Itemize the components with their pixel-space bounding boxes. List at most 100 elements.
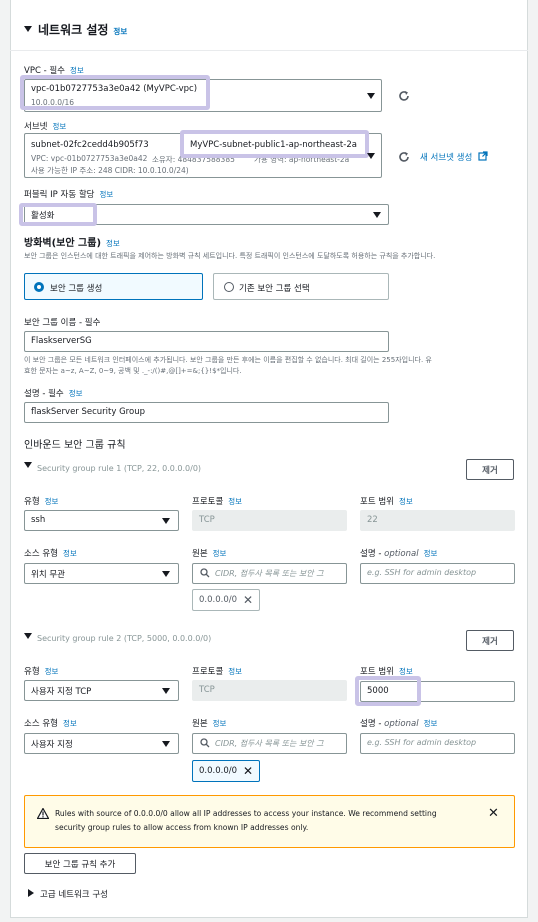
external-link-icon: [478, 151, 488, 161]
rule1-type-select[interactable]: [24, 510, 179, 531]
rule2-source-type-label-text: 소스 유형: [24, 719, 58, 729]
rule1-type-label: 유형 정보: [24, 495, 58, 507]
rule1-source-type-caret-icon: [162, 571, 170, 577]
rule2-protocol-field: [192, 680, 347, 701]
create-sg-radio[interactable]: [34, 282, 44, 292]
rule1-collapse-icon[interactable]: [24, 462, 32, 468]
rule2-type-label-text: 유형: [24, 667, 40, 677]
rule1-desc-placeholder: e.g. SSH for admin desktop: [367, 568, 477, 577]
sg-name-value: FlaskserverSG: [31, 336, 92, 346]
rule1-source-info[interactable]: 정보: [213, 549, 227, 558]
create-subnet-link-text[interactable]: 새 서브넷 생성: [420, 153, 472, 163]
rule2-protocol-label: 프로토콜 정보: [192, 665, 242, 677]
rule1-source-type-label-text: 소스 유형: [24, 549, 58, 559]
collapse-caret-icon[interactable]: [24, 26, 32, 32]
rule1-source-type-label: 소스 유형 정보: [24, 547, 77, 559]
vpc-cidr: 10.0.0.0/16: [31, 98, 75, 107]
select-sg-radio[interactable]: [224, 282, 234, 292]
rule2-source-type-info[interactable]: 정보: [63, 719, 77, 728]
warning-alert: [24, 795, 515, 848]
rule2-protocol-value: TCP: [199, 685, 215, 695]
rule2-desc-info[interactable]: 정보: [424, 719, 438, 728]
rule2-type-info[interactable]: 정보: [45, 667, 59, 676]
rule2-search-icon: [200, 738, 210, 748]
rule1-port-field: [360, 510, 515, 531]
rule2-remove-button[interactable]: 제거: [466, 630, 514, 651]
rule1-source-type-info[interactable]: 정보: [63, 549, 77, 558]
add-sg-rule-label: 보안 그룹 규칙 추가: [44, 859, 116, 870]
public-ip-label: 퍼블릭 IP 자동 할당 정보: [24, 188, 113, 200]
rule2-source-type-label: 소스 유형 정보: [24, 717, 77, 729]
firewall-description: 보안 그룹은 인스턴스에 대한 트래픽을 제어하는 방화벽 규칙 세트입니다. …: [24, 252, 436, 260]
inbound-rules-title: 인바운드 보안 그룹 규칙: [24, 440, 126, 451]
rule2-source-type-caret-icon: [162, 741, 170, 747]
public-ip-value: 활성화: [31, 211, 55, 221]
warning-text-line1: Rules with source of 0.0.0.0/0 allow all…: [55, 809, 437, 818]
subnet-info-link[interactable]: 정보: [52, 122, 66, 131]
rule2-desc-placeholder: e.g. SSH for admin desktop: [367, 738, 477, 747]
rule1-type-info[interactable]: 정보: [45, 497, 59, 506]
firewall-info-link[interactable]: 정보: [106, 239, 120, 248]
rule2-desc-label: 설명 - optional 정보: [360, 719, 438, 729]
warning-text-line2: security group rules to allow access fro…: [55, 823, 309, 832]
rule1-source-label: 원본 정보: [192, 547, 226, 559]
header-divider: [10, 50, 528, 51]
rule1-token-close-icon[interactable]: ✕: [243, 594, 253, 606]
rule2-port-info[interactable]: 정보: [399, 667, 413, 676]
create-subnet-link[interactable]: 새 서브넷 생성: [420, 151, 488, 163]
rule1-source-label-text: 원본: [192, 549, 208, 559]
public-ip-info-link[interactable]: 정보: [99, 190, 113, 199]
rule1-protocol-label-text: 프로토콜: [192, 497, 224, 507]
vpc-info-link[interactable]: 정보: [70, 66, 84, 75]
sg-desc-value: flaskServer Security Group: [31, 407, 145, 417]
rule2-protocol-info[interactable]: 정보: [228, 667, 242, 676]
rule2-header: Security group rule 2 (TCP, 5000, 0.0.0.…: [37, 634, 212, 643]
create-sg-label: 보안 그룹 생성: [50, 284, 103, 294]
rule1-desc-optional: optional: [384, 549, 419, 559]
rule1-port-label: 포트 범위 정보: [360, 495, 413, 507]
section-title-text: 네트워크 설정: [38, 23, 109, 37]
public-ip-select[interactable]: [24, 204, 389, 225]
subnet-detail-ip: 사용 가능한 IP 주소: 248 CIDR: 10.0.10.0/24): [31, 166, 189, 175]
rule1-protocol-info[interactable]: 정보: [228, 497, 242, 506]
add-sg-rule-button[interactable]: 보안 그룹 규칙 추가: [24, 853, 136, 874]
rule1-desc-label: 설명 - optional 정보: [360, 549, 438, 559]
rule2-source-label: 원본 정보: [192, 717, 226, 729]
rule1-search-icon: [200, 568, 210, 578]
vpc-refresh-icon[interactable]: [397, 89, 411, 103]
advanced-network-config[interactable]: 고급 네트워크 구성: [40, 888, 108, 900]
rule2-source-label-text: 원본: [192, 719, 208, 729]
rule2-type-caret-icon: [162, 688, 170, 694]
warning-close-icon[interactable]: ✕: [488, 807, 499, 820]
rule1-source-token-value: 0.0.0.0/0: [199, 595, 238, 605]
sg-desc-info-link[interactable]: 정보: [69, 389, 83, 398]
rule2-source-placeholder: CIDR, 접두사 목록 또는 보안 그: [215, 739, 324, 748]
rule2-collapse-icon[interactable]: [24, 633, 32, 639]
rule2-token-close-icon[interactable]: ✕: [243, 765, 253, 777]
rule1-protocol-label: 프로토콜 정보: [192, 495, 242, 507]
section-title: 네트워크 설정 정보: [38, 21, 127, 38]
rule2-port-label: 포트 범위 정보: [360, 665, 413, 677]
rule2-type-label: 유형 정보: [24, 665, 58, 677]
rule2-remove-label: 제거: [482, 636, 498, 647]
rule1-type-caret-icon: [162, 518, 170, 524]
sg-name-help-line2: 효한 문자는 a~z, A~Z, 0~9, 공백 및 ._-:/()#,@[]+…: [24, 367, 242, 375]
rule1-remove-button[interactable]: 제거: [466, 459, 514, 480]
subnet-refresh-icon[interactable]: [397, 150, 411, 164]
subnet-name: MyVPC-subnet-public1-ap-northeast-2a: [190, 140, 357, 150]
rule1-desc-info[interactable]: 정보: [424, 549, 438, 558]
vpc-dropdown-caret-icon: [367, 93, 375, 99]
advanced-expand-icon[interactable]: [28, 889, 34, 897]
subnet-label-text: 서브넷: [24, 122, 48, 132]
rule1-type-label-text: 유형: [24, 497, 40, 507]
firewall-title: 방화벽(보안 그룹) 정보: [24, 234, 120, 249]
rule1-source-type-value: 위치 무관: [31, 570, 65, 580]
section-info-link[interactable]: 정보: [113, 27, 127, 36]
rule1-port-value: 22: [367, 515, 378, 525]
rule1-port-info[interactable]: 정보: [399, 497, 413, 506]
sg-name-label: 보안 그룹 이름 - 필수: [24, 318, 101, 328]
sg-desc-label: 설명 - 필수 정보: [24, 387, 83, 399]
rule2-port-value: 5000: [367, 686, 389, 696]
rule2-source-info[interactable]: 정보: [213, 719, 227, 728]
rule2-desc-label-text: 설명: [360, 719, 376, 729]
